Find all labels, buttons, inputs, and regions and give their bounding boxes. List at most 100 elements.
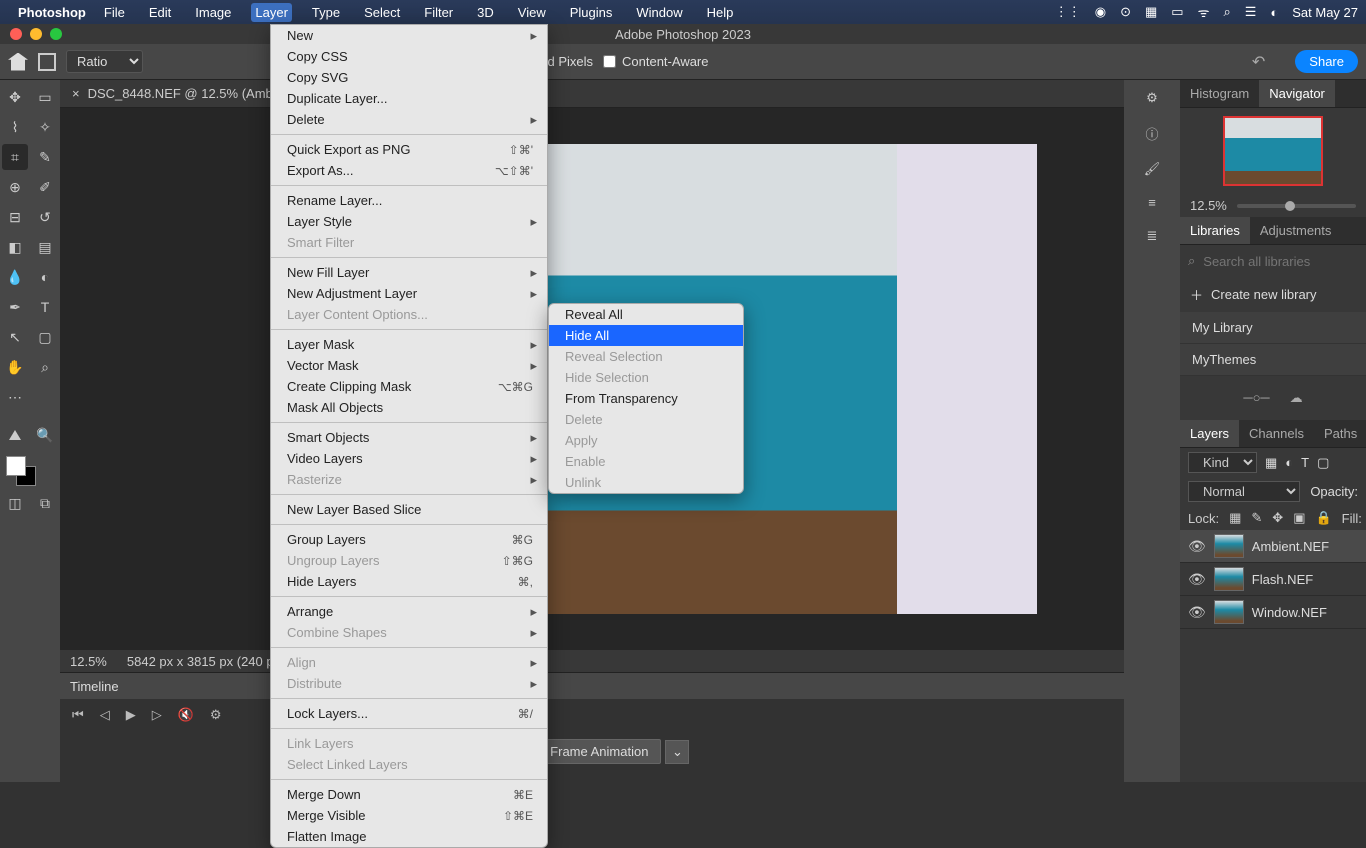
menu-item[interactable]: Mask All Objects — [271, 397, 547, 418]
tab-navigator[interactable]: Navigator — [1259, 80, 1335, 107]
menu-edit[interactable]: Edit — [145, 3, 175, 22]
menu-item[interactable]: Smart Objects▸ — [271, 427, 547, 448]
content-aware-checkbox[interactable]: Content-Aware — [603, 54, 708, 69]
tab-histogram[interactable]: Histogram — [1180, 80, 1259, 107]
menu-image[interactable]: Image — [191, 3, 235, 22]
filter-type-icon[interactable]: T — [1301, 455, 1309, 470]
navigator-thumb[interactable] — [1223, 116, 1323, 186]
battery-icon[interactable]: ▭ — [1171, 4, 1183, 20]
siri-icon[interactable]: ◐ — [1270, 5, 1278, 20]
quickmask-tool[interactable]: ◫ — [2, 490, 28, 516]
menu-help[interactable]: Help — [703, 3, 738, 22]
lasso-tool[interactable]: ⌇ — [2, 114, 28, 140]
close-window-button[interactable] — [10, 28, 22, 40]
menu-item[interactable]: New▸ — [271, 25, 547, 46]
menu-item[interactable]: Flatten Image — [271, 826, 547, 847]
history-brush-tool[interactable]: ↺ — [32, 204, 58, 230]
move-tool[interactable]: ✥ — [2, 84, 28, 110]
menu-item[interactable]: New Adjustment Layer▸ — [271, 283, 547, 304]
menu-item[interactable]: Group Layers⌘G — [271, 529, 547, 550]
status-icon[interactable]: ⋮⋮ — [1055, 4, 1081, 20]
library-item[interactable]: My Library — [1180, 312, 1366, 344]
filter-pixel-icon[interactable]: ▦ — [1265, 455, 1277, 471]
menu-item[interactable]: From Transparency — [549, 388, 743, 409]
menu-item[interactable]: New Layer Based Slice — [271, 499, 547, 520]
menu-layer[interactable]: Layer — [251, 3, 292, 22]
blend-mode-select[interactable]: Normal — [1188, 481, 1300, 502]
menu-item[interactable]: Merge Down⌘E — [271, 784, 547, 805]
goto-start-button[interactable]: ⏮ — [72, 707, 84, 723]
library-item[interactable]: MyThemes — [1180, 344, 1366, 376]
menu-item[interactable]: Hide Layers⌘, — [271, 571, 547, 592]
play-button[interactable]: ▶ — [126, 707, 136, 723]
menu-item[interactable]: Merge Visible⇧⌘E — [271, 805, 547, 826]
visibility-icon[interactable]: 👁 — [1188, 604, 1206, 621]
menu-3d[interactable]: 3D — [473, 3, 498, 22]
menu-item[interactable]: Vector Mask▸ — [271, 355, 547, 376]
menu-item[interactable]: Arrange▸ — [271, 601, 547, 622]
more-tools[interactable]: ⋯ — [2, 384, 28, 410]
cc-icon[interactable]: ▦ — [1145, 4, 1157, 20]
lib-cloud-icon[interactable]: ☁ — [1290, 390, 1303, 406]
info-icon[interactable]: ⓘ — [1145, 124, 1158, 143]
create-library-button[interactable]: ＋ Create new library — [1180, 277, 1366, 312]
mute-button[interactable]: 🔇 — [178, 707, 194, 723]
lib-link-icon[interactable]: ─○─ — [1243, 390, 1269, 406]
search-icon[interactable]: ⌕ — [1223, 4, 1230, 20]
lock-artboard-icon[interactable]: ▣ — [1293, 510, 1305, 526]
brush-tool[interactable]: ✐ — [32, 174, 58, 200]
app-name[interactable]: Photoshop — [18, 5, 86, 20]
visibility-icon[interactable]: 👁 — [1188, 538, 1206, 555]
menu-file[interactable]: File — [100, 3, 129, 22]
lock-all-icon[interactable]: 🔒 — [1315, 510, 1331, 526]
menu-item[interactable]: Hide All — [549, 325, 743, 346]
lock-trans-icon[interactable]: ▦ — [1229, 510, 1241, 526]
shape-tool[interactable]: ▢ — [32, 324, 58, 350]
lock-pixels-icon[interactable]: ✎ — [1251, 510, 1262, 526]
menu-view[interactable]: View — [514, 3, 550, 22]
dodge-tool[interactable]: ◐ — [32, 264, 58, 290]
lock-pos-icon[interactable]: ✥ — [1272, 510, 1283, 526]
tab-layers[interactable]: Layers — [1180, 420, 1239, 447]
eraser-tool[interactable]: ◧ — [2, 234, 28, 260]
pen-tool[interactable]: ✒ — [2, 294, 28, 320]
menu-item[interactable]: Delete▸ — [271, 109, 547, 130]
tab-adjustments[interactable]: Adjustments — [1250, 217, 1342, 244]
color-swatch[interactable] — [6, 456, 36, 486]
home-button[interactable] — [8, 53, 28, 71]
blur-tool[interactable]: 💧 — [2, 264, 28, 290]
gradient-tool[interactable]: ▤ — [32, 234, 58, 260]
hand-tool[interactable]: ✋ — [2, 354, 28, 380]
magnify-tool[interactable]: 🔍 — [32, 422, 58, 448]
eyedropper-tool[interactable]: ✎ — [32, 144, 58, 170]
zoom-slider[interactable] — [1237, 204, 1356, 208]
zoom-tool[interactable]: ⌕ — [32, 354, 58, 380]
menu-type[interactable]: Type — [308, 3, 344, 22]
styles-icon[interactable]: ≣ — [1147, 228, 1158, 244]
menu-item[interactable]: Copy CSS — [271, 46, 547, 67]
layer-kind-select[interactable]: Kind — [1188, 452, 1257, 473]
wand-tool[interactable]: ✧ — [32, 114, 58, 140]
screenmode-tool[interactable]: ⧉ — [32, 490, 58, 516]
reset-icon[interactable]: ↶ — [1252, 52, 1265, 72]
minimize-window-button[interactable] — [30, 28, 42, 40]
menu-item[interactable]: Reveal All — [549, 304, 743, 325]
navigator-zoom[interactable]: 12.5% — [1190, 198, 1227, 213]
swatches-icon[interactable]: ≡ — [1148, 195, 1156, 210]
layer-row[interactable]: 👁Flash.NEF — [1180, 563, 1366, 596]
next-frame-button[interactable]: ▷ — [152, 707, 162, 723]
layer-row[interactable]: 👁Ambient.NEF — [1180, 530, 1366, 563]
menu-item[interactable]: Export As...⌥⇧⌘' — [271, 160, 547, 181]
crop-tool-indicator[interactable] — [38, 53, 56, 71]
tab-channels[interactable]: Channels — [1239, 420, 1314, 447]
menu-item[interactable]: Create Clipping Mask⌥⌘G — [271, 376, 547, 397]
menu-item[interactable]: Copy SVG — [271, 67, 547, 88]
create-frame-dropdown[interactable]: ⌄ — [665, 740, 689, 764]
menu-plugins[interactable]: Plugins — [566, 3, 617, 22]
menu-item[interactable]: Quick Export as PNG⇧⌘' — [271, 139, 547, 160]
wifi-icon[interactable]: ᯤ — [1198, 3, 1210, 21]
record-icon[interactable]: ◉ — [1095, 4, 1106, 20]
control-center-icon[interactable]: ☰ — [1245, 4, 1257, 20]
adjust-icon[interactable]: ⚙ — [1146, 90, 1158, 106]
marquee-tool[interactable]: ▭ — [32, 84, 58, 110]
